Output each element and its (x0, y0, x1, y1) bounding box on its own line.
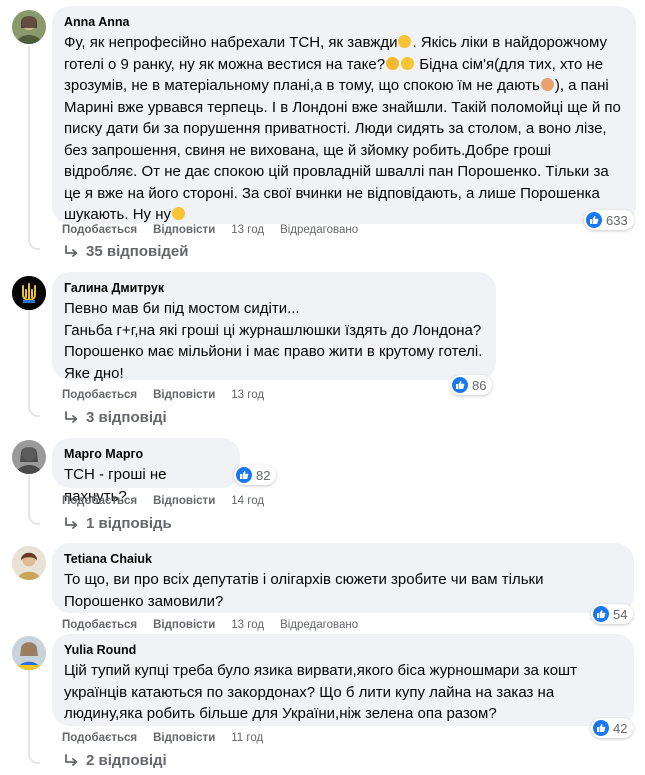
replies-label: 35 відповідей (86, 243, 189, 260)
user-photo-icon (12, 546, 46, 580)
reaction-count[interactable]: 633 (584, 210, 634, 230)
like-button[interactable]: Подобається (62, 388, 137, 402)
edited-label: Відредаговано (280, 224, 359, 236)
reply-button[interactable]: Відповісти (153, 223, 215, 237)
reply-button[interactable]: Відповісти (153, 494, 215, 508)
thread-line (28, 475, 30, 515)
edited-label: Відредаговано (280, 619, 359, 631)
woman-emoji-icon (540, 78, 554, 91)
comment-actions: Подобається Відповісти 14 год (62, 494, 264, 508)
reply-arrow-icon (65, 516, 78, 529)
smirk-emoji-icon (398, 35, 412, 48)
comment-time[interactable]: 14 год (231, 494, 264, 508)
comment-text: Цій тупий купці треба було язика вирвати… (64, 662, 577, 722)
comment-time[interactable]: 13 год (231, 618, 264, 632)
smirk-emoji-icon (172, 207, 185, 220)
laugh-emoji-icon (386, 56, 400, 70)
comment-time[interactable]: 13 год (231, 223, 264, 237)
reaction-count[interactable]: 42 (591, 718, 634, 738)
replies-label: 1 відповідь (86, 515, 172, 532)
trident-emblem-icon (12, 276, 46, 310)
comment-bubble: Галина Дмитрук Певно мав би під мостом с… (52, 272, 496, 382)
replies-label: 3 відповіді (86, 409, 167, 426)
comment-author[interactable]: Галина Дмитрук (64, 280, 484, 296)
like-button[interactable]: Подобається (62, 223, 137, 237)
user-photo-icon (12, 440, 46, 474)
thread-curve (28, 752, 40, 764)
like-button[interactable]: Подобається (62, 494, 137, 508)
user-photo-icon (12, 10, 46, 44)
user-photo-icon (12, 636, 46, 670)
reaction-number: 86 (472, 377, 487, 393)
reaction-number: 633 (606, 212, 628, 228)
thumbs-up-icon (593, 720, 609, 736)
comment-bubble: Anna Anna Фу, як непрофесійно набрехали … (52, 6, 636, 224)
reply-arrow-icon (65, 753, 78, 766)
view-replies-button[interactable]: 2 відповіді (64, 752, 167, 769)
avatar[interactable] (12, 636, 46, 670)
reply-button[interactable]: Відповісти (153, 731, 215, 745)
thumbs-up-icon (586, 212, 602, 228)
thread-curve (28, 405, 40, 417)
thread-line (28, 46, 30, 239)
comment-bubble: Tetiana Chaiuk То що, ви про всіх депута… (52, 543, 634, 613)
avatar[interactable] (12, 276, 46, 310)
comment-author[interactable]: Anna Anna (64, 14, 624, 30)
reply-arrow-icon (65, 410, 78, 423)
like-button[interactable]: Подобається (62, 731, 137, 745)
thumbs-up-icon (236, 467, 252, 483)
thumbs-up-icon (593, 606, 609, 622)
comment-bubble: Марго Марго ТСН - гроші не пахнуть? (52, 438, 240, 505)
reaction-count[interactable]: 54 (591, 604, 634, 624)
view-replies-button[interactable]: 1 відповідь (64, 515, 172, 532)
view-replies-button[interactable]: 35 відповідей (64, 243, 188, 260)
reaction-number: 82 (256, 467, 271, 483)
reply-button[interactable]: Відповісти (153, 618, 215, 632)
reaction-number: 42 (613, 720, 628, 736)
reply-arrow-icon (65, 244, 78, 257)
comment-text-part: ), а пані Марині вже урвався терпець. І … (64, 77, 621, 223)
reaction-number: 54 (613, 606, 628, 622)
comment-actions: Подобається Відповісти 11 год (62, 731, 263, 745)
grin-emoji-icon (401, 56, 415, 70)
comment-bubble: Yulia Round Цій тупий купці треба було я… (52, 634, 634, 726)
comment-text: Фу, як непрофесійно набрехали ТСН, як за… (64, 32, 624, 226)
comment-text-part: Фу, як непрофесійно набрехали ТСН, як за… (64, 34, 398, 51)
comment-author[interactable]: Tetiana Chaiuk (64, 551, 622, 567)
thread-curve (28, 513, 40, 525)
like-button[interactable]: Подобається (62, 618, 137, 632)
thread-line (28, 310, 30, 406)
thumbs-up-icon (452, 377, 468, 393)
comment-author[interactable]: Марго Марго (64, 446, 228, 462)
view-replies-button[interactable]: 3 відповіді (64, 409, 167, 426)
comment-time[interactable]: 13 год (231, 388, 264, 402)
reaction-count[interactable]: 86 (450, 375, 493, 395)
thread-line (28, 668, 30, 754)
comment-actions: Подобається Відповісти 13 год Відредагов… (62, 618, 358, 632)
comment-actions: Подобається Відповісти 13 год Відредагов… (62, 223, 358, 237)
comment-text: Певно мав би під мостом сидіти... Ганьба… (64, 300, 483, 382)
avatar[interactable] (12, 440, 46, 474)
reaction-count[interactable]: 82 (234, 465, 277, 485)
comment-text: То що, ви про всіх депутатів і олігархів… (64, 571, 544, 610)
avatar[interactable] (12, 10, 46, 44)
comment-actions: Подобається Відповісти 13 год (62, 388, 264, 402)
reply-button[interactable]: Відповісти (153, 388, 215, 402)
comment-author[interactable]: Yulia Round (64, 642, 622, 658)
replies-label: 2 відповіді (86, 752, 167, 769)
avatar[interactable] (12, 546, 46, 580)
thread-curve (28, 238, 40, 250)
comment-time[interactable]: 11 год (231, 731, 263, 745)
